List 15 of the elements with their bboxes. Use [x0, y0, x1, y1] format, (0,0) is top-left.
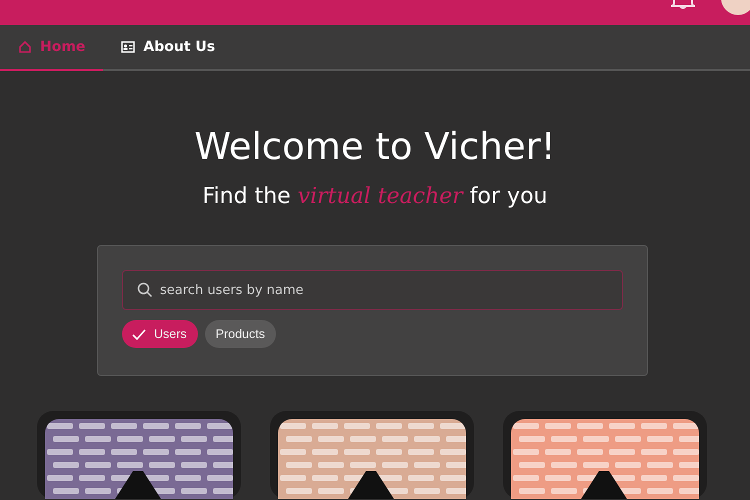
search-icon	[137, 282, 153, 298]
search-field[interactable]: search users by name	[122, 270, 623, 310]
user-card[interactable]	[503, 411, 707, 499]
nav-tab[interactable]: About Us	[103, 25, 234, 71]
notifications-icon[interactable]	[668, 0, 698, 10]
check-icon	[132, 328, 146, 340]
subtitle: Find the virtual teacher for you	[202, 183, 548, 211]
filter-chip[interactable]: Products	[204, 320, 276, 348]
user-card[interactable]	[270, 411, 474, 499]
avatar-icon[interactable]	[720, 0, 750, 16]
welcome-title: Welcome to Vicher!	[194, 125, 556, 169]
filter-chip[interactable]: Users	[122, 320, 198, 348]
home-icon	[18, 40, 32, 54]
user-card[interactable]	[37, 411, 241, 499]
id-card-icon	[121, 41, 136, 53]
